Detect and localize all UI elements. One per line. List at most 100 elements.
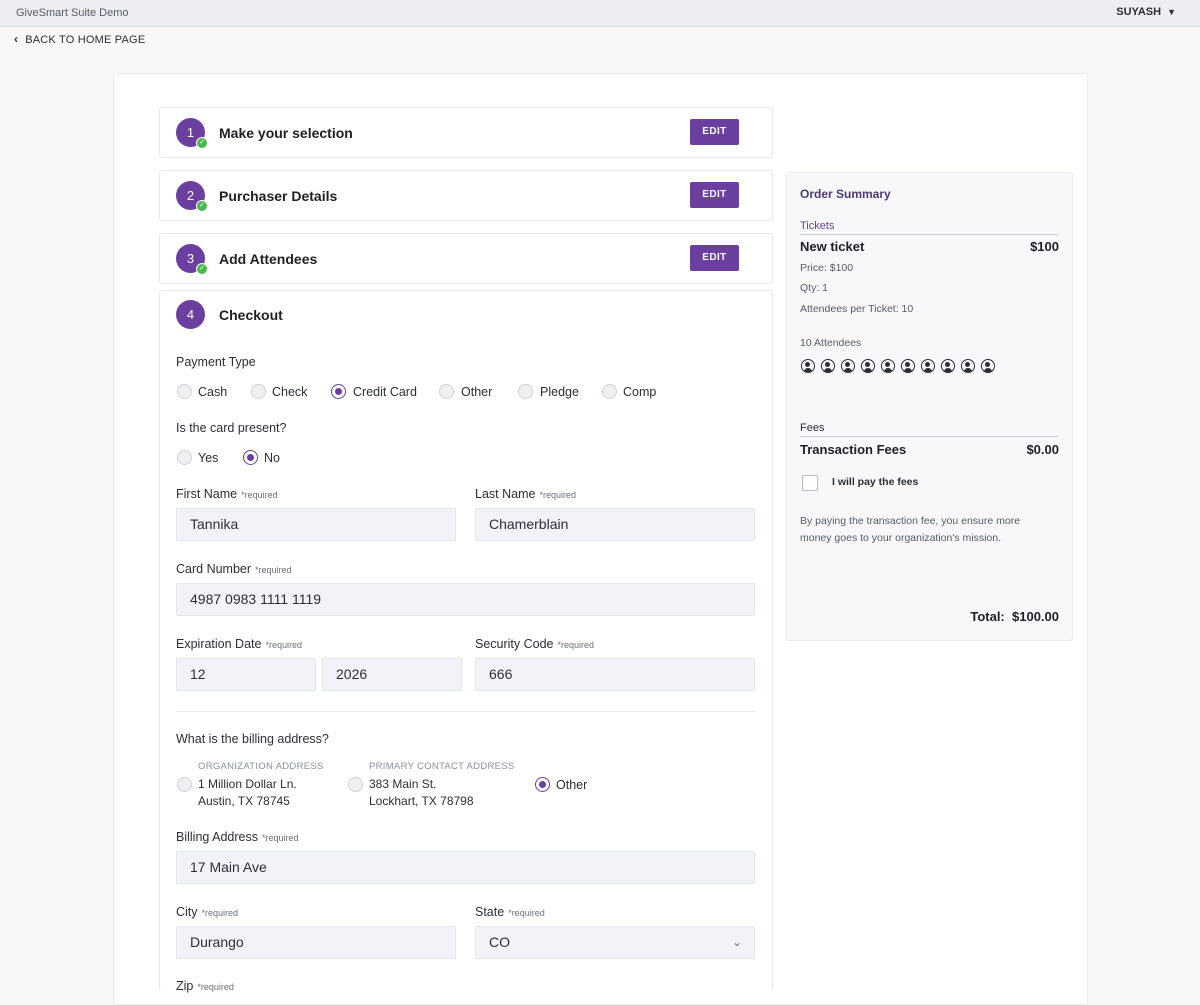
required-note: *required <box>241 490 278 500</box>
ticket-qty: Qty: 1 <box>800 282 829 294</box>
back-to-home-link[interactable]: ‹ BACK TO HOME PAGE <box>14 32 145 46</box>
attendee-icon <box>841 359 855 373</box>
city-label: City *required <box>176 905 239 919</box>
ticket-name: New ticket <box>800 239 865 254</box>
other-address-radio[interactable] <box>535 777 550 792</box>
org-address-caption: ORGANIZATION ADDRESS <box>198 761 324 772</box>
last-name-label: Last Name *required <box>475 487 576 501</box>
payment-check-radio[interactable] <box>251 384 266 399</box>
card-number-field[interactable]: 4987 0983 1111 1119 <box>176 583 755 616</box>
pay-fees-checkbox[interactable] <box>802 475 818 491</box>
org-address-line1: 1 Million Dollar Ln. <box>198 777 297 791</box>
payment-other-radio[interactable] <box>439 384 454 399</box>
attendee-icon <box>861 359 875 373</box>
attendee-icon <box>961 359 975 373</box>
city-field[interactable]: Durango <box>176 926 456 959</box>
payment-check-label: Check <box>272 385 308 399</box>
attendees-count: 10 Attendees <box>800 337 862 349</box>
step-number-badge: 1 ✓ <box>176 118 208 149</box>
step-number-badge: 2 ✓ <box>176 181 208 212</box>
fee-note: By paying the transaction fee, you ensur… <box>800 515 1021 544</box>
state-select[interactable]: CO ⌄ <box>475 926 755 959</box>
expiration-label: Expiration Date *required <box>176 637 302 651</box>
attendee-icon <box>921 359 935 373</box>
state-label: State *required <box>475 905 545 919</box>
security-code-field[interactable]: 666 <box>475 658 755 691</box>
attendee-icon <box>801 359 815 373</box>
transaction-fees-amount: $0.00 <box>1026 442 1059 457</box>
ticket-price: Price: $100 <box>800 262 854 274</box>
card-number-label: Card Number *required <box>176 562 292 576</box>
app-header: GiveSmart Suite Demo SUYASH ▼ <box>0 0 1200 27</box>
payment-credit-card-radio[interactable] <box>331 384 346 399</box>
tickets-section-label: Tickets <box>800 220 835 232</box>
attendee-icon <box>981 359 995 373</box>
primary-contact-address-radio[interactable] <box>348 777 363 792</box>
required-note: *required <box>557 640 595 650</box>
last-name-field[interactable]: Chamerblain <box>475 508 755 541</box>
org-address-line2: Austin, TX 78745 <box>198 794 290 808</box>
step-title: Add Attendees <box>219 251 318 267</box>
primary-contact-line1: 383 Main St. <box>369 777 437 791</box>
order-summary: Order Summary Tickets New ticket $100 Pr… <box>786 172 1073 641</box>
edit-attendees-button[interactable]: EDIT <box>690 245 739 271</box>
attendee-icon <box>901 359 915 373</box>
required-note: *required <box>262 833 299 843</box>
org-address-radio[interactable] <box>177 777 192 792</box>
required-note: *required <box>255 565 292 575</box>
card-present-no-label: No <box>264 451 280 465</box>
caret-down-icon: ▼ <box>1167 7 1176 17</box>
total-amount: $100.00 <box>1012 609 1059 624</box>
payment-cash-label: Cash <box>198 385 228 399</box>
expiration-year-field[interactable]: 2026 <box>322 658 462 691</box>
order-total: Total: $100.00 <box>970 609 1059 624</box>
expiration-month-field[interactable]: 12 <box>176 658 316 691</box>
required-note: *required <box>508 908 545 918</box>
required-note: *required <box>197 982 234 992</box>
attendees-per-ticket: Attendees per Ticket: 10 <box>800 303 914 315</box>
pay-fees-label: I will pay the fees <box>832 476 919 488</box>
step-add-attendees: 3 ✓ Add Attendees EDIT <box>159 233 773 284</box>
security-code-label: Security Code *required <box>475 637 595 651</box>
payment-comp-radio[interactable] <box>602 384 617 399</box>
step-number: 4 <box>186 307 195 322</box>
step-title: Make your selection <box>219 125 353 141</box>
transaction-fees-label: Transaction Fees <box>800 442 907 457</box>
payment-pledge-label: Pledge <box>540 385 579 399</box>
zip-label: Zip *required <box>176 979 234 993</box>
step-number: 3 <box>186 251 195 266</box>
step-number-badge: 3 ✓ <box>176 244 208 275</box>
user-menu[interactable]: SUYASH ▼ <box>1116 6 1176 18</box>
card-present-no-radio[interactable] <box>243 450 258 465</box>
payment-type-label: Payment Type <box>176 355 256 369</box>
total-label: Total: <box>970 609 1005 624</box>
step-number: 1 <box>186 125 195 140</box>
attendee-icon <box>821 359 835 373</box>
card-present-yes-radio[interactable] <box>177 450 192 465</box>
user-name: SUYASH <box>1116 6 1162 18</box>
first-name-label: First Name *required <box>176 487 278 501</box>
order-summary-title: Order Summary <box>800 187 891 201</box>
ticket-amount: $100 <box>1030 239 1059 254</box>
edit-selection-button[interactable]: EDIT <box>690 119 739 145</box>
check-icon: ✓ <box>196 200 208 212</box>
chevron-left-icon: ‹ <box>14 32 19 46</box>
payment-cash-radio[interactable] <box>177 384 192 399</box>
fees-section-label: Fees <box>800 422 825 434</box>
edit-purchaser-button[interactable]: EDIT <box>690 182 739 208</box>
primary-contact-line2: Lockhart, TX 78798 <box>369 794 474 808</box>
payment-pledge-radio[interactable] <box>518 384 533 399</box>
card-present-yes-label: Yes <box>198 451 219 465</box>
step-number: 2 <box>186 188 195 203</box>
first-name-field[interactable]: Tannika <box>176 508 456 541</box>
payment-comp-label: Comp <box>623 385 657 399</box>
card-present-label: Is the card present? <box>176 421 287 435</box>
primary-contact-caption: PRIMARY CONTACT ADDRESS <box>369 761 515 772</box>
billing-address-field[interactable]: 17 Main Ave <box>176 851 755 884</box>
attendee-icon <box>881 359 895 373</box>
required-note: *required <box>539 490 576 500</box>
required-note: *required <box>201 908 239 918</box>
other-address-label: Other <box>556 778 588 792</box>
step-title: Checkout <box>219 307 283 323</box>
billing-address-label: Billing Address *required <box>176 830 299 844</box>
